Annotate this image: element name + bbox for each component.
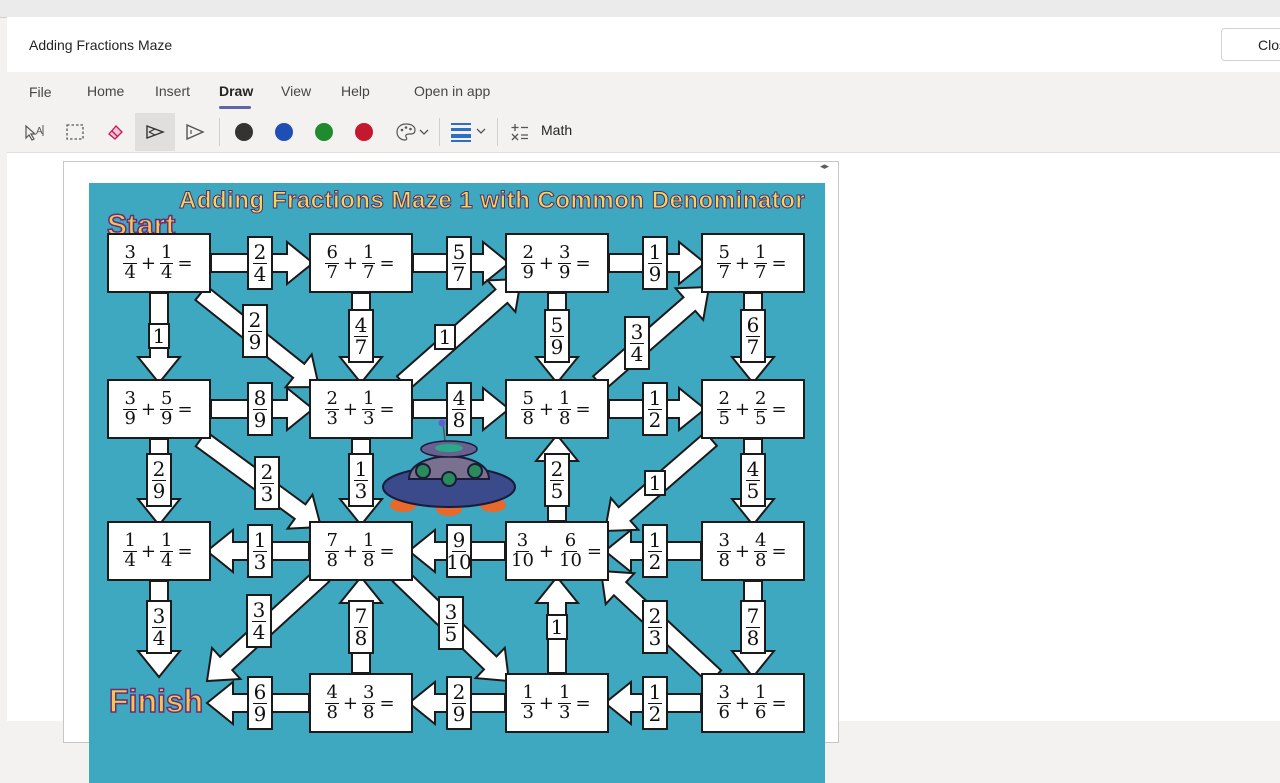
top-strip xyxy=(0,0,1280,18)
answer-label: 19 xyxy=(642,236,668,290)
line-thickness-icon xyxy=(451,123,486,142)
answer-label: 34 xyxy=(246,594,272,648)
answer-label: 12 xyxy=(642,676,668,730)
ink-color-green[interactable] xyxy=(304,113,344,151)
note-canvas[interactable]: ◂▸ Adding Fractions Maze 1 with Common D… xyxy=(7,152,1280,783)
lasso-select-tool[interactable] xyxy=(55,113,95,151)
answer-label: 29 xyxy=(446,676,472,730)
problem-box: 3 6 +1 6 = xyxy=(701,673,805,733)
document-title: Adding Fractions Maze xyxy=(29,37,173,53)
eraser-tool[interactable] xyxy=(95,113,135,151)
answer-label: 24 xyxy=(247,236,273,290)
answer-label: 59 xyxy=(544,309,570,363)
toolbar-separator xyxy=(439,118,440,146)
problem-box: 3 4 +1 4 = xyxy=(107,233,211,293)
tab-insert[interactable]: Insert xyxy=(155,83,190,99)
tab-file[interactable]: File xyxy=(29,84,52,100)
svg-text:A: A xyxy=(36,126,43,137)
tab-draw[interactable]: Draw xyxy=(219,83,253,99)
answer-label: 34 xyxy=(624,316,650,370)
type-select-tool[interactable]: A xyxy=(15,113,55,151)
problem-box: 3 10 +6 10 = xyxy=(505,521,609,581)
problem-box: 5 8 +1 8 = xyxy=(505,379,609,439)
math-label[interactable]: Math xyxy=(541,122,572,138)
thickness-dropdown[interactable] xyxy=(445,113,491,151)
highlighter-icon xyxy=(186,123,205,141)
green-swatch-icon xyxy=(315,123,333,141)
open-in-app-button[interactable]: Open in app xyxy=(414,83,490,99)
ribbon: File Home Insert Draw View Help Open in … xyxy=(7,72,1280,152)
answer-label: 12 xyxy=(642,524,668,578)
highlighter-tool[interactable] xyxy=(175,113,215,151)
lasso-select-icon xyxy=(66,124,84,140)
problem-box: 2 5 +2 5 = xyxy=(701,379,805,439)
worksheet-title: Adding Fractions Maze 1 with Common Deno… xyxy=(178,187,806,215)
math-button[interactable] xyxy=(505,113,535,151)
red-swatch-icon xyxy=(355,123,373,141)
math-icon xyxy=(511,124,528,141)
ink-color-black[interactable] xyxy=(224,113,264,151)
ink-color-blue[interactable] xyxy=(264,113,304,151)
answer-label: 89 xyxy=(247,382,273,436)
ink-color-red[interactable] xyxy=(344,113,384,151)
problem-box: 6 7 +1 7 = xyxy=(309,233,413,293)
answer-label: 23 xyxy=(254,456,280,510)
active-tab-indicator xyxy=(219,106,251,109)
tab-home[interactable]: Home xyxy=(87,83,124,99)
answer-label: 78 xyxy=(348,600,374,654)
toolbar-separator xyxy=(497,118,498,146)
pen-icon xyxy=(146,124,165,140)
answer-label: 1 xyxy=(546,614,568,640)
select-text-icon: A xyxy=(25,124,44,141)
problem-box: 3 8 +4 8 = xyxy=(701,521,805,581)
answer-label: 29 xyxy=(242,304,268,358)
resize-handle-icon[interactable]: ◂▸ xyxy=(820,161,829,172)
close-button[interactable]: Close xyxy=(1221,28,1280,61)
answer-label: 78 xyxy=(740,600,766,654)
title-bar: Adding Fractions Maze Close xyxy=(7,17,1280,72)
tab-help[interactable]: Help xyxy=(341,83,370,99)
answer-label: 67 xyxy=(740,309,766,363)
answer-label: 23 xyxy=(642,600,668,654)
answer-label: 13 xyxy=(247,524,273,578)
palette-icon xyxy=(396,123,429,141)
maze-arrow xyxy=(395,277,523,392)
color-palette-dropdown[interactable] xyxy=(391,113,435,151)
answer-label: 29 xyxy=(146,453,172,507)
problem-box: 2 9 +3 9 = xyxy=(505,233,609,293)
problem-box: 7 8 +1 8 = xyxy=(309,521,413,581)
tab-view[interactable]: View xyxy=(281,83,311,99)
answer-label: 57 xyxy=(446,236,472,290)
answer-label: 9 10 xyxy=(446,524,472,578)
maze-arrow xyxy=(591,285,711,392)
answer-label: 34 xyxy=(146,600,172,654)
answer-label: 1 xyxy=(644,470,666,496)
blue-swatch-icon xyxy=(275,123,293,141)
problem-box: 4 8 +3 8 = xyxy=(309,673,413,733)
ufo-sticker-icon[interactable] xyxy=(379,419,519,519)
answer-label: 13 xyxy=(348,453,374,507)
maze-worksheet-image[interactable]: Adding Fractions Maze 1 with Common Deno… xyxy=(89,183,825,783)
pen-tool[interactable] xyxy=(135,113,175,151)
answer-label: 69 xyxy=(247,676,273,730)
toolbar-separator xyxy=(219,118,220,146)
problem-box: 3 9 +5 9 = xyxy=(107,379,211,439)
problem-box: 1 3 +1 3 = xyxy=(505,673,609,733)
eraser-icon xyxy=(108,125,123,140)
problem-box: 1 4 +1 4 = xyxy=(107,521,211,581)
answer-label: 47 xyxy=(348,309,374,363)
answer-label: 35 xyxy=(438,596,464,650)
answer-label: 1 xyxy=(148,323,170,349)
answer-label: 45 xyxy=(740,453,766,507)
answer-label: 1 xyxy=(434,324,456,350)
black-swatch-icon xyxy=(235,123,253,141)
answer-label: 12 xyxy=(642,382,668,436)
finish-label: Finish xyxy=(108,682,204,720)
answer-label: 25 xyxy=(544,453,570,507)
problem-box: 5 7 +1 7 = xyxy=(701,233,805,293)
